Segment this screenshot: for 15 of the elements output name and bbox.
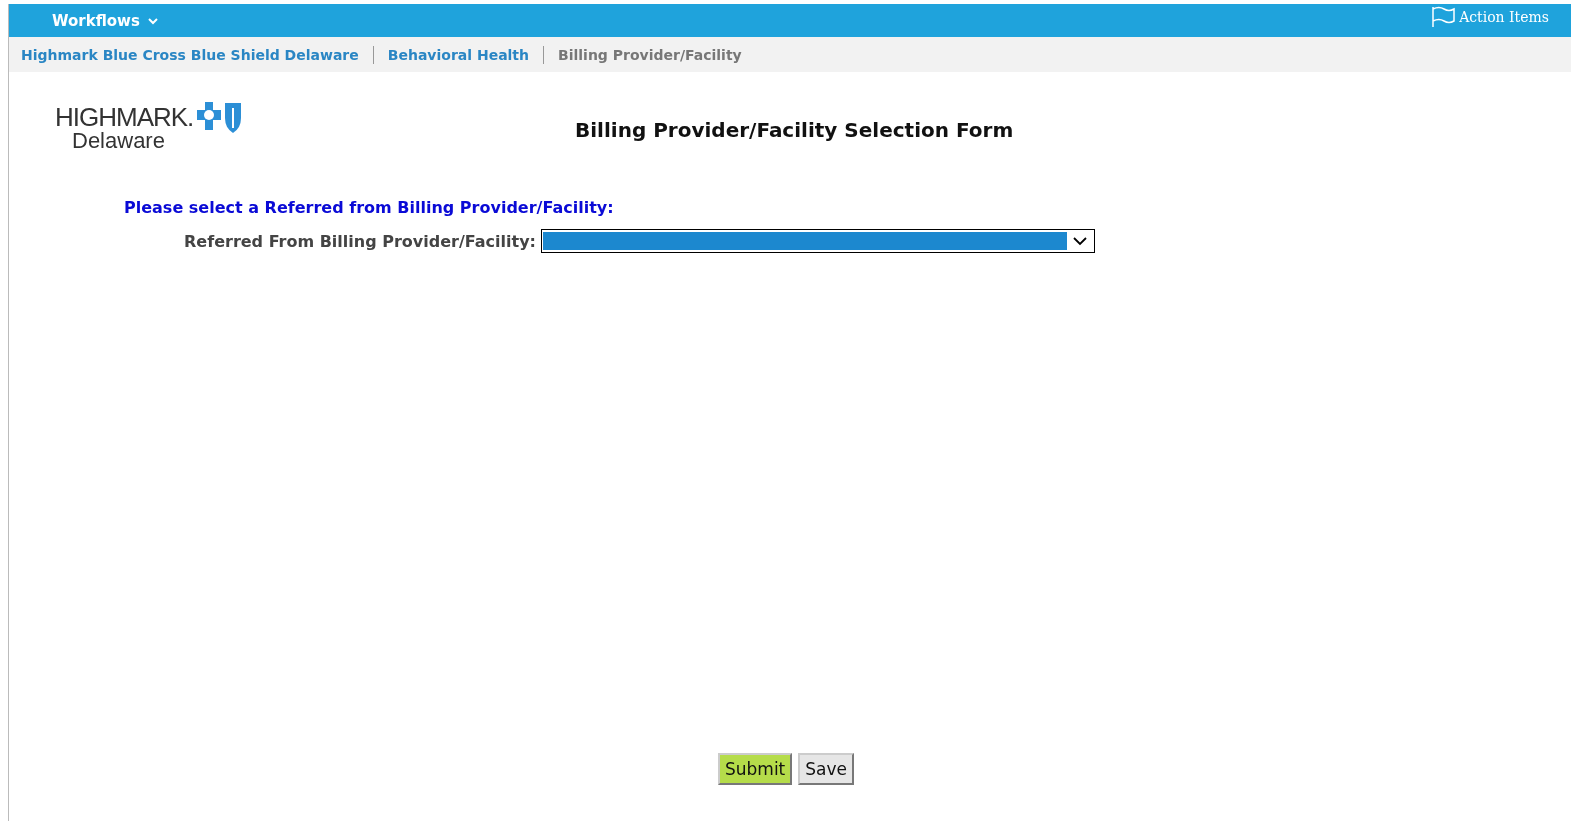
breadcrumb-link[interactable]: Behavioral Health	[387, 46, 530, 63]
breadcrumb-link[interactable]: Highmark Blue Cross Blue Shield Delaware	[21, 46, 359, 63]
provider-dropdown[interactable]	[541, 229, 1095, 253]
form-title: Billing Provider/Facility Selection Form	[575, 118, 1014, 142]
cross-shield-icon	[197, 100, 244, 134]
breadcrumb-link[interactable]: Billing Provider/Facility	[558, 46, 742, 63]
field-label: Referred From Billing Provider/Facility:	[184, 231, 536, 251]
action-items-link[interactable]: Action Items	[1431, 6, 1549, 28]
form-prompt: Please select a Referred from Billing Provider/Facility:	[124, 198, 615, 217]
save-button[interactable]: Save	[798, 753, 854, 785]
chevron-icon	[147, 16, 158, 25]
flag-icon	[1431, 6, 1456, 28]
chevron-icon	[1073, 236, 1087, 246]
workflows-menu[interactable]: Workflows	[52, 11, 158, 30]
submit-button[interactable]: Submit	[717, 753, 793, 785]
